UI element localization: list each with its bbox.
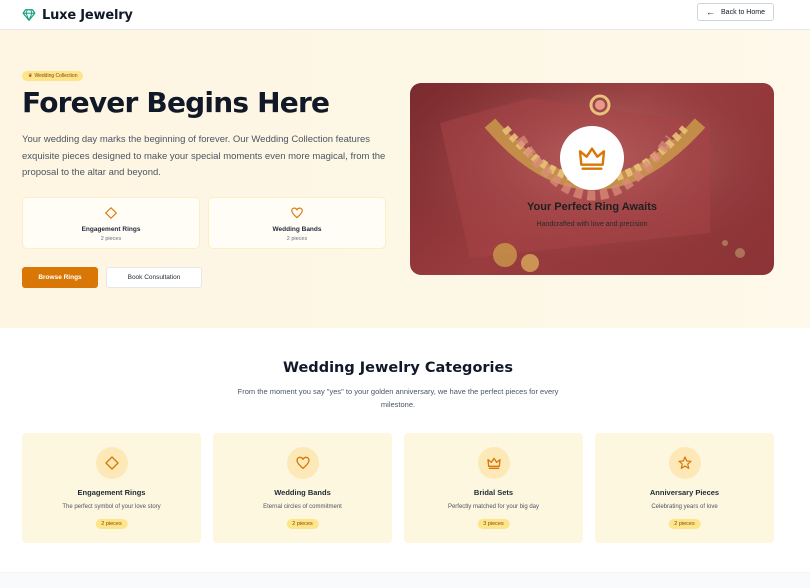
top-nav: Luxe Jewelry ← Back to Home	[0, 0, 810, 30]
category-icon-circle	[286, 447, 319, 479]
diamond-icon	[104, 456, 119, 470]
category-count-badge: 2 pieces	[95, 519, 128, 529]
heart-icon	[291, 207, 303, 219]
stat-title: Engagement Rings	[81, 226, 141, 233]
hero-image: Your Perfect Ring Awaits Handcrafted wit…	[410, 83, 774, 275]
category-card-wedding-bands[interactable]: Wedding Bands Eternal circles of commitm…	[213, 433, 392, 543]
brand-name: Luxe Jewelry	[42, 7, 133, 23]
category-name: Engagement Rings	[77, 488, 146, 497]
category-subtitle: The perfect symbol of your love story	[62, 504, 161, 510]
category-card-anniversary-pieces[interactable]: Anniversary Pieces Celebrating years of …	[595, 433, 774, 543]
category-name: Anniversary Pieces	[649, 488, 720, 497]
category-count-badge: 3 pieces	[477, 519, 510, 529]
category-count-badge: 2 pieces	[668, 519, 701, 529]
category-subtitle: Celebrating years of love	[651, 504, 718, 510]
category-name: Bridal Sets	[473, 488, 514, 497]
diamond-icon	[105, 207, 117, 219]
browse-rings-button[interactable]: Browse Rings	[22, 267, 98, 288]
crown-icon	[578, 147, 606, 170]
stat-card-wedding-bands: Wedding Bands 2 pieces	[208, 197, 386, 249]
stat-count: 2 pieces	[100, 236, 122, 242]
star-icon	[677, 456, 692, 469]
categories-title: Wedding Jewelry Categories	[283, 360, 513, 376]
image-title: Your Perfect Ring Awaits	[527, 201, 657, 213]
category-icon-circle	[95, 447, 128, 479]
crown-badge	[560, 126, 624, 190]
category-subtitle: Perfectly matched for your big day	[447, 504, 540, 510]
category-subtitle: Eternal circles of commitment	[263, 504, 342, 510]
category-icon-circle	[668, 447, 701, 479]
book-consultation-button[interactable]: Book Consultation	[106, 267, 202, 288]
hero-description: Your wedding day marks the beginning of …	[22, 134, 386, 178]
stat-title: Wedding Bands	[272, 226, 322, 233]
category-icon-circle	[477, 447, 510, 479]
image-subtitle: Handcrafted with love and precision	[536, 221, 648, 228]
category-name: Wedding Bands	[274, 488, 331, 497]
hero-title: Forever Begins Here	[22, 86, 330, 119]
back-to-home-label: Back to Home	[721, 8, 765, 16]
collection-badge-label: Wedding Collection	[34, 73, 78, 79]
collection-badge: ♛ Wedding Collection	[22, 71, 84, 81]
category-card-bridal-sets[interactable]: Bridal Sets Perfectly matched for your b…	[404, 433, 583, 543]
category-count-badge: 2 pieces	[286, 519, 319, 529]
gem-logo-icon	[22, 9, 36, 21]
back-to-home-button[interactable]: ← Back to Home	[697, 3, 774, 21]
hero-section: ♛ Wedding Collection Forever Begins Here…	[0, 30, 810, 328]
next-section-edge	[0, 572, 810, 588]
stat-card-engagement-rings: Engagement Rings 2 pieces	[22, 197, 200, 249]
crown-icon	[486, 457, 501, 469]
category-card-engagement-rings[interactable]: Engagement Rings The perfect symbol of y…	[22, 433, 201, 543]
heart-icon	[295, 456, 310, 469]
arrow-left-icon: ←	[706, 6, 716, 17]
stat-count: 2 pieces	[286, 236, 308, 242]
crown-mini-icon: ♛	[28, 73, 33, 79]
categories-description: From the moment you say "yes" to your go…	[237, 387, 559, 409]
logo[interactable]: Luxe Jewelry	[22, 5, 133, 25]
